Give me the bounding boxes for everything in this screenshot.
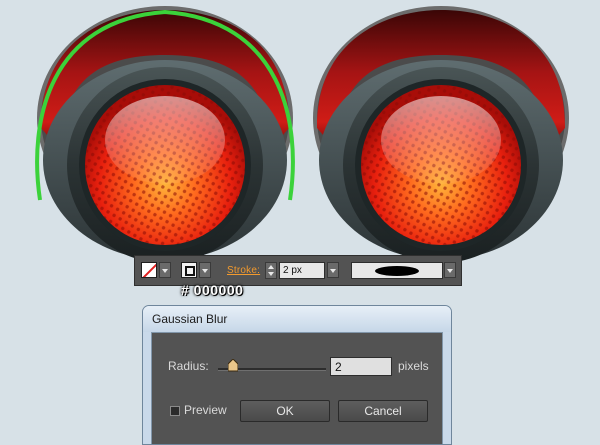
stroke-swatch-icon[interactable]	[181, 262, 197, 278]
stroke-weight-dropdown-icon[interactable]	[327, 262, 339, 278]
slider-thumb-icon[interactable]	[228, 359, 238, 372]
color-annotation: # 000000	[181, 282, 244, 298]
cancel-button[interactable]: Cancel	[338, 400, 428, 422]
stepper-up-icon[interactable]	[268, 265, 274, 269]
preview-label[interactable]: Preview	[184, 403, 227, 417]
stepper-down-icon[interactable]	[268, 272, 274, 276]
dialog-body: Radius: 2 pixels Preview OK Cancel	[151, 332, 443, 444]
no-fill-swatch-icon[interactable]	[141, 262, 157, 278]
width-profile-dropdown-icon[interactable]	[444, 262, 456, 278]
stroke-label-link[interactable]: Stroke:	[227, 265, 260, 276]
traffic-light-left-icon	[35, 6, 295, 263]
width-profile-icon	[375, 266, 419, 276]
gaussian-blur-dialog: Gaussian Blur Radius: 2 pixels Preview O…	[142, 305, 452, 445]
traffic-light-right-icon	[313, 6, 569, 263]
radius-units: pixels	[398, 359, 429, 373]
stroke-weight-input[interactable]: 2 px	[279, 262, 325, 279]
stroke-weight-stepper[interactable]	[265, 262, 277, 279]
ok-button[interactable]: OK	[240, 400, 330, 422]
fill-dropdown-chevron-icon[interactable]	[159, 262, 171, 278]
preview-checkbox[interactable]	[170, 406, 180, 416]
radius-input[interactable]: 2	[330, 357, 392, 376]
stroke-dropdown-chevron-icon[interactable]	[199, 262, 211, 278]
width-profile-select[interactable]	[351, 262, 443, 279]
dialog-title[interactable]: Gaussian Blur	[143, 306, 451, 332]
radius-label: Radius:	[168, 359, 209, 373]
